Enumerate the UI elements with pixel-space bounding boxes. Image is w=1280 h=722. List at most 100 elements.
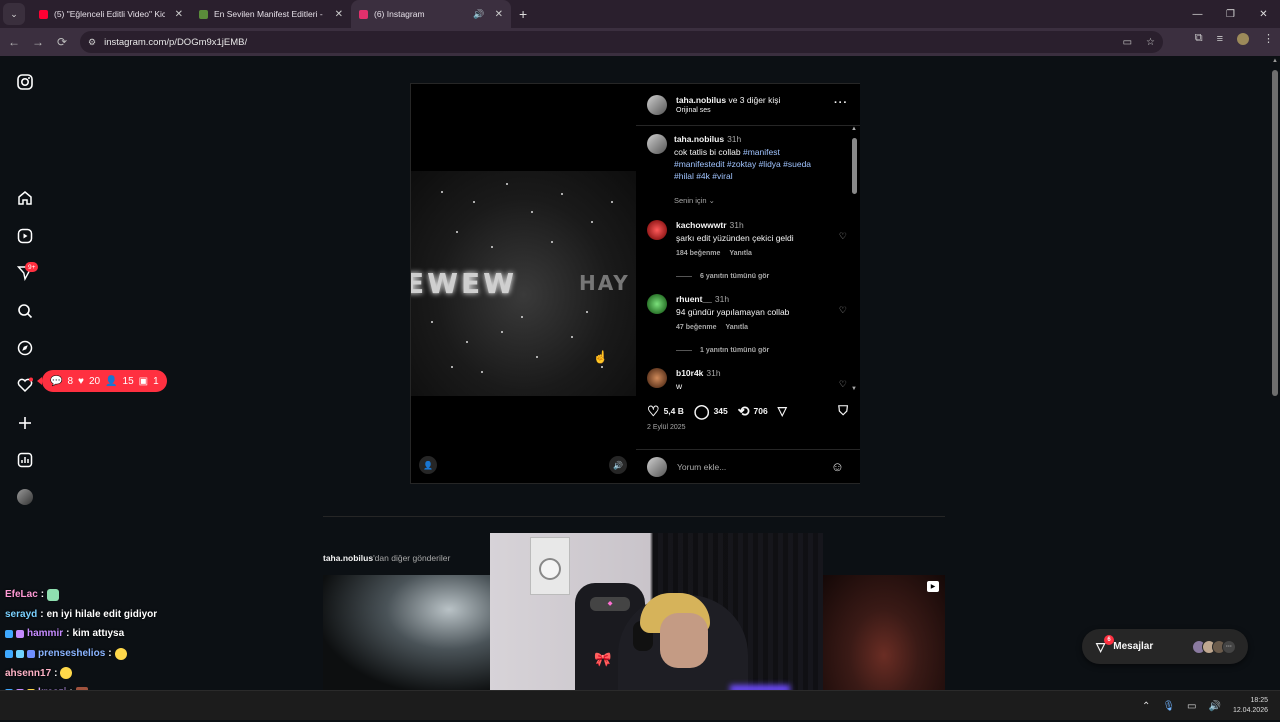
chat-separator: : <box>54 667 58 679</box>
tab-title: (6) Instagram <box>374 9 425 19</box>
close-tab-icon[interactable]: ✕ <box>175 9 183 20</box>
activity-summary-pill[interactable]: 💬 8 ♥ 20 👤 15 ▣ 1 <box>37 370 167 392</box>
emote-icon <box>60 667 73 680</box>
extensions-icon[interactable]: ⧉ <box>1195 32 1203 45</box>
home-icon[interactable] <box>16 189 34 207</box>
share-send-icon[interactable]: ▽ <box>778 404 787 418</box>
author-avatar[interactable] <box>647 94 667 115</box>
reload-icon[interactable]: ⟳ <box>50 35 74 49</box>
commenter-avatar[interactable] <box>647 220 667 240</box>
repost-icon[interactable]: ⟲ <box>738 403 750 420</box>
commenter-avatar[interactable] <box>647 368 667 388</box>
like-comment-heart-icon[interactable]: ♡ <box>839 305 847 316</box>
close-tab-icon[interactable]: ✕ <box>335 9 343 20</box>
reply-button[interactable]: Yanıtla <box>729 250 752 257</box>
badge-icon <box>5 629 13 638</box>
network-icon[interactable]: ▭ <box>1187 701 1196 712</box>
more-posts-heading: taha.nobilus'dan diğer gönderiler <box>323 553 450 563</box>
bow-decoration: 🎀 <box>594 651 612 667</box>
hashtag-link[interactable]: #manifestedit #zoktay #lidya #sueda <box>674 159 811 169</box>
commenter-username[interactable]: rhuent__ <box>676 294 712 304</box>
clock[interactable]: 18:25 12.04.2026 <box>1233 696 1268 716</box>
like-comment-heart-icon[interactable]: ♡ <box>839 231 847 242</box>
comments-scroll-thumb[interactable] <box>852 138 857 194</box>
restore-icon[interactable]: ❐ <box>1214 9 1247 20</box>
caption-avatar[interactable] <box>647 134 667 154</box>
chat-separator: : <box>66 628 70 640</box>
comments-scrollbar[interactable]: ▲ ▼ <box>850 126 858 392</box>
post-details-panel: taha.nobilus ve 3 diğer kişi Orijinal se… <box>636 84 860 483</box>
save-bookmark-icon[interactable]: ⛉ <box>838 403 848 419</box>
search-icon[interactable] <box>16 302 34 320</box>
reels-icon[interactable] <box>16 227 34 245</box>
microphone-icon[interactable]: 🎙 <box>1162 701 1175 712</box>
new-tab-button[interactable]: + <box>519 6 527 22</box>
view-replies-button[interactable]: 1 yanıtın tümünü gör <box>676 347 769 354</box>
video-overlay-text-secondary: HAY <box>579 271 630 295</box>
sort-dropdown[interactable]: Senin için ⌄ <box>674 196 851 205</box>
author-username[interactable]: taha.nobilus <box>676 95 726 105</box>
post-video[interactable]: EWEW HAY 👤 🔊 <box>411 84 636 483</box>
tagged-users-icon[interactable]: 👤 <box>419 456 437 474</box>
tray-overflow-icon[interactable]: ⌃ <box>1142 701 1150 712</box>
os-taskbar: ⌃ 🎙 ▭ 🔊 18:25 12.04.2026 <box>0 690 1280 720</box>
page-scroll-thumb[interactable] <box>1272 70 1278 396</box>
cast-icon[interactable]: ▭ <box>1123 37 1132 48</box>
forward-icon[interactable]: → <box>26 35 50 49</box>
back-icon[interactable]: ← <box>2 35 26 49</box>
reply-button[interactable]: Yanıtla <box>725 324 748 331</box>
site-info-icon[interactable]: ⚙ <box>88 37 96 48</box>
caption-username[interactable]: taha.nobilus <box>674 134 724 144</box>
sound-toggle-icon[interactable]: 🔊 <box>609 456 627 474</box>
browser-menu-icon[interactable]: ⋮ <box>1263 32 1274 45</box>
messages-button[interactable]: ▽ 6 Mesajlar ··· <box>1082 629 1248 664</box>
bookmark-star-icon[interactable]: ☆ <box>1146 37 1155 48</box>
chat-message: serayd: en iyi hilale edit gidiyor <box>5 605 305 625</box>
media-control-icon[interactable]: ≡ <box>1217 33 1223 45</box>
comment-like-count[interactable]: 47 beğenme <box>676 324 716 331</box>
commenter-username[interactable]: b10r4k <box>676 368 703 378</box>
comment-bubble-icon[interactable]: ◯ <box>694 403 710 420</box>
collab-suffix[interactable]: ve 3 diğer kişi <box>728 95 780 105</box>
profile-avatar[interactable] <box>1237 32 1249 45</box>
audio-playing-icon[interactable]: 🔊 <box>473 9 484 20</box>
repost-count[interactable]: 706 <box>753 406 767 416</box>
chat-message: hammir: kim attıysa <box>5 624 305 644</box>
instagram-logo-icon[interactable] <box>16 73 34 91</box>
view-replies-button[interactable]: 6 yanıtın tümünü gör <box>676 273 769 280</box>
more-posts-suffix: 'dan diğer gönderiler <box>373 553 451 563</box>
tab-search-button[interactable]: ⌄ <box>3 3 25 25</box>
dashboard-stats-icon[interactable] <box>16 451 34 469</box>
reel-icon: ▶ <box>927 581 939 592</box>
close-window-icon[interactable]: ✕ <box>1247 9 1280 20</box>
comment-input[interactable]: Yorum ekle... <box>677 462 726 472</box>
hashtag-link[interactable]: #manifest <box>743 147 780 157</box>
tab-instagram[interactable]: (6) Instagram 🔊 ✕ <box>351 0 511 28</box>
commenter-avatar[interactable] <box>647 294 667 314</box>
tab-kick[interactable]: (5) "Eğlenceli Editli Video" Kick ✕ <box>31 0 191 28</box>
comment-count[interactable]: 345 <box>714 406 728 416</box>
close-tab-icon[interactable]: ✕ <box>495 9 503 20</box>
hashtag-link[interactable]: #hilal #4k #viral <box>674 171 733 181</box>
more-post-thumbnail[interactable] <box>323 575 503 690</box>
comment-like-count[interactable]: 184 beğenme <box>676 250 720 257</box>
volume-icon[interactable]: 🔊 <box>1209 701 1221 712</box>
more-post-thumbnail[interactable]: ▶ <box>823 575 945 690</box>
like-heart-icon[interactable]: ♡ <box>647 403 660 420</box>
more-options-icon[interactable]: ··· <box>834 97 848 109</box>
like-count[interactable]: 5,4 B <box>664 406 684 416</box>
tab-manifest[interactable]: En Sevilen Manifest Editleri - Ti ✕ <box>191 0 351 28</box>
profile-avatar-icon[interactable] <box>16 488 34 506</box>
audio-label[interactable]: Orijinal ses <box>676 107 780 114</box>
create-plus-icon[interactable] <box>16 414 34 432</box>
emoji-picker-icon[interactable]: ☺ <box>831 459 844 474</box>
commenter-username[interactable]: kachowwwtr <box>676 220 727 230</box>
more-posts-username[interactable]: taha.nobilus <box>323 553 373 563</box>
address-bar[interactable]: ⚙ instagram.com/p/DOGm9x1jEMB/ ▭ ☆ <box>80 31 1163 53</box>
explore-compass-icon[interactable] <box>16 339 34 357</box>
post-date[interactable]: 2 Eylül 2025 <box>647 424 686 431</box>
page-scrollbar[interactable]: ▲ <box>1270 56 1280 690</box>
notifications-heart-icon[interactable] <box>16 376 34 394</box>
like-comment-heart-icon[interactable]: ♡ <box>839 379 847 390</box>
minimize-icon[interactable]: — <box>1181 9 1214 20</box>
